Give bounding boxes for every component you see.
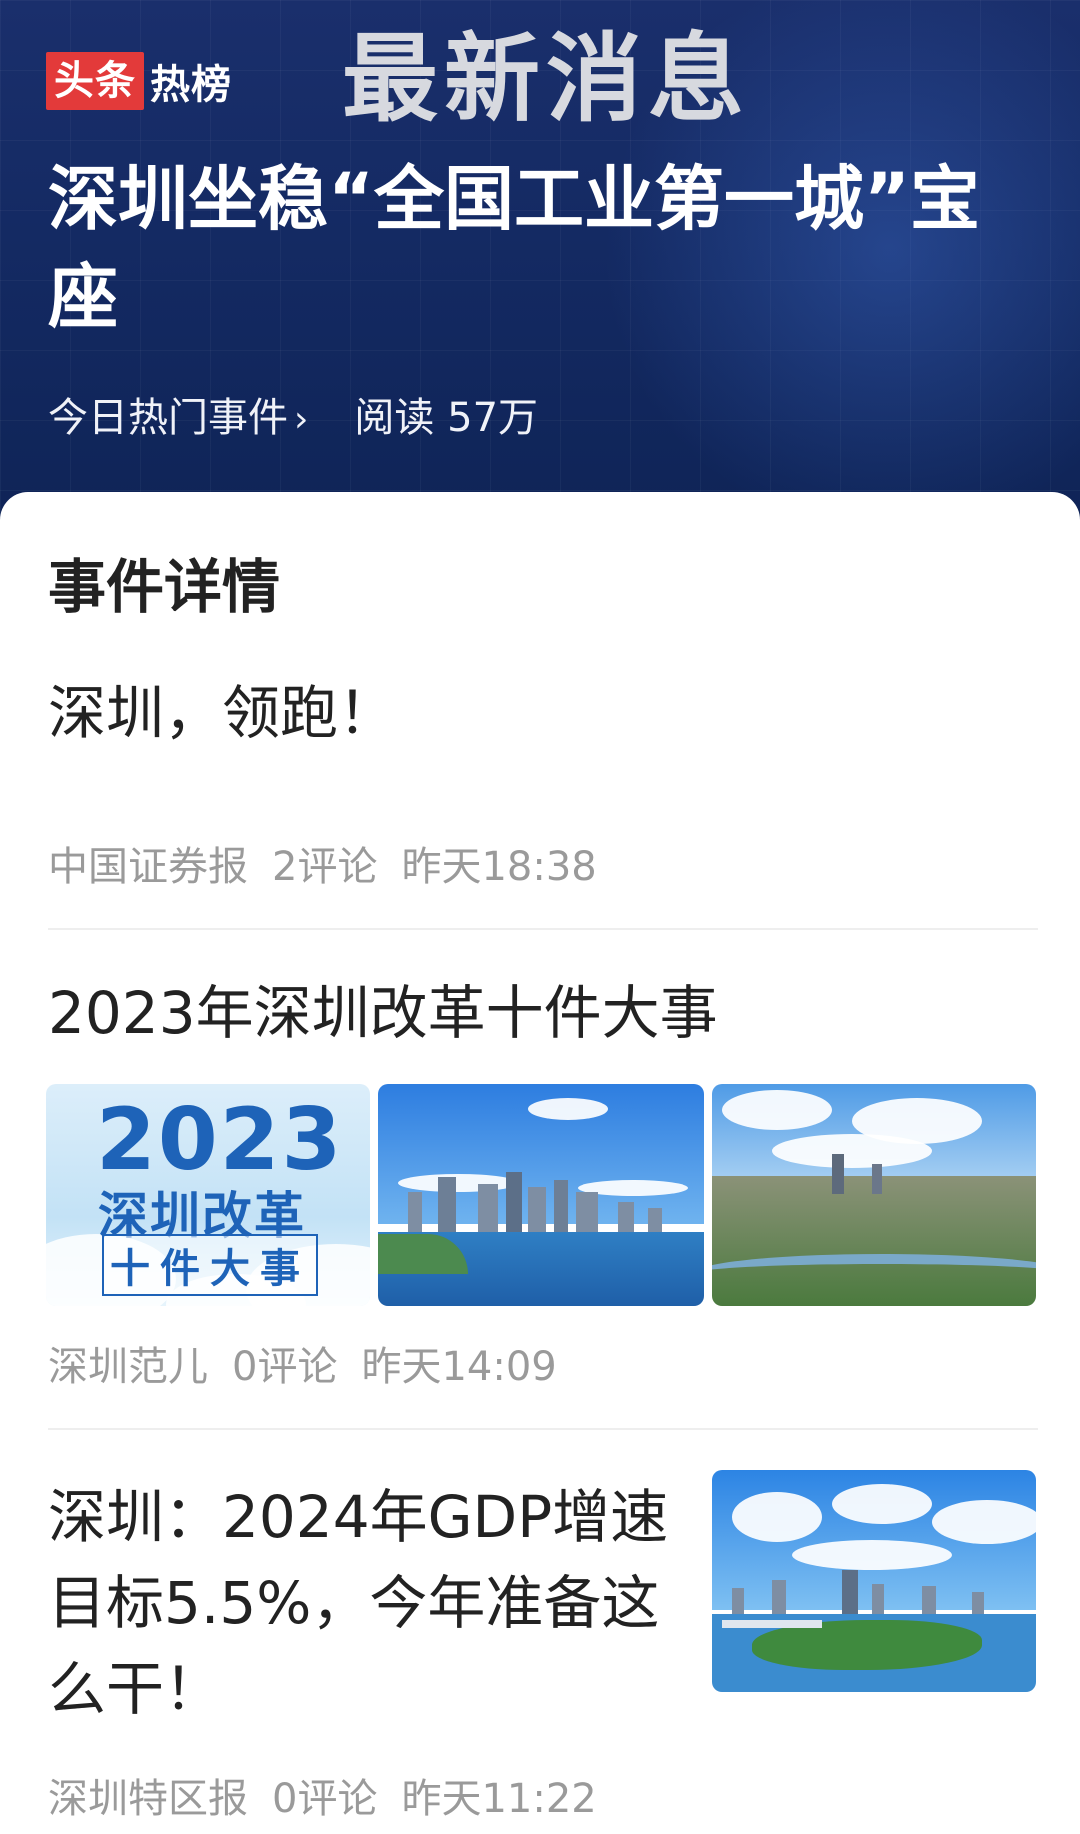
brand-hotlist: 热榜 (150, 62, 232, 108)
latest-news-banner: 最新消息 (342, 23, 750, 135)
thumb-ten-events-text: 十件大事 (102, 1234, 318, 1296)
hot-events-label: 今日热门事件 (48, 395, 288, 441)
article-meta: 深圳范儿 0评论 昨天14:09 (48, 1334, 581, 1392)
topic-headline: 深圳坐稳“全国工业第一城”宝座 (48, 158, 981, 338)
toutiao-hotlist-logo: 头条 热榜 (46, 52, 232, 110)
hot-topic-header: 头条 热榜 最新消息 深圳坐稳“全国工业第一城”宝座 今日热门事件 › 阅读 57… (0, 0, 1080, 520)
article-title[interactable]: 2023年深圳改革十件大事 (48, 970, 718, 1056)
chevron-right-icon: › (294, 399, 309, 440)
article-meta: 深圳特区报 0评论 昨天11:22 (48, 1766, 621, 1824)
article-comments[interactable]: 2评论 (272, 844, 377, 890)
article-time: 昨天14:09 (361, 1344, 557, 1390)
article-comments[interactable]: 0评论 (232, 1344, 337, 1390)
article-source[interactable]: 深圳特区报 (48, 1776, 248, 1822)
article-source[interactable]: 中国证券报 (48, 844, 248, 890)
hot-events-link[interactable]: 今日热门事件 › (48, 385, 308, 443)
article-title[interactable]: 深圳，领跑！ (48, 670, 396, 756)
section-title: 事件详情 (48, 553, 281, 621)
divider (48, 1428, 1038, 1430)
article-comments[interactable]: 0评论 (272, 1776, 377, 1822)
topic-meta-row: 今日热门事件 › 阅读 57万 (48, 385, 538, 443)
article-time: 昨天11:22 (401, 1776, 597, 1822)
divider (48, 928, 1038, 930)
article-source[interactable]: 深圳范儿 (48, 1344, 208, 1390)
brand-toutiao: 头条 (46, 52, 144, 110)
article-meta: 中国证券报 2评论 昨天18:38 (48, 834, 621, 892)
article-thumbnail[interactable]: 2023 深圳改革 十件大事 (46, 1084, 370, 1306)
article-title[interactable]: 深圳：2024年GDP增速目标5.5%，今年准备这么干！ (48, 1474, 688, 1732)
article-time: 昨天18:38 (401, 844, 597, 890)
article-thumbnail[interactable] (712, 1470, 1036, 1692)
read-count: 阅读 57万 (354, 395, 539, 441)
thumb-year-text: 2023 (96, 1090, 344, 1190)
article-thumbnail[interactable] (712, 1084, 1036, 1306)
article-thumbnail[interactable] (378, 1084, 704, 1306)
